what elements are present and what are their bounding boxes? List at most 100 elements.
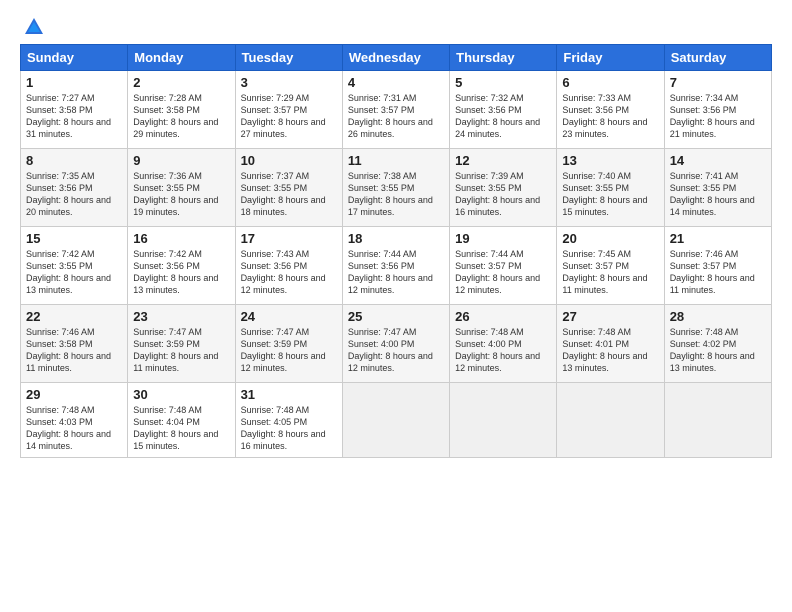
day-number: 20	[562, 231, 658, 246]
day-number: 26	[455, 309, 551, 324]
cell-info: Sunrise: 7:27 AMSunset: 3:58 PMDaylight:…	[26, 92, 122, 141]
calendar-cell: 11 Sunrise: 7:38 AMSunset: 3:55 PMDayligh…	[342, 149, 449, 227]
cell-info: Sunrise: 7:36 AMSunset: 3:55 PMDaylight:…	[133, 170, 229, 219]
cell-info: Sunrise: 7:42 AMSunset: 3:56 PMDaylight:…	[133, 248, 229, 297]
day-number: 31	[241, 387, 337, 402]
calendar-cell: 16 Sunrise: 7:42 AMSunset: 3:56 PMDayligh…	[128, 227, 235, 305]
day-number: 6	[562, 75, 658, 90]
cell-info: Sunrise: 7:44 AMSunset: 3:56 PMDaylight:…	[348, 248, 444, 297]
calendar-cell: 23 Sunrise: 7:47 AMSunset: 3:59 PMDayligh…	[128, 305, 235, 383]
calendar-cell	[450, 383, 557, 458]
calendar-cell: 21Sunrise: 7:46 AMSunset: 3:57 PMDayligh…	[664, 227, 771, 305]
day-header-sunday: Sunday	[21, 45, 128, 71]
day-number: 25	[348, 309, 444, 324]
day-header-monday: Monday	[128, 45, 235, 71]
cell-info: Sunrise: 7:33 AMSunset: 3:56 PMDaylight:…	[562, 92, 658, 141]
day-number: 24	[241, 309, 337, 324]
day-number: 28	[670, 309, 766, 324]
logo	[20, 16, 45, 34]
calendar-cell: 26 Sunrise: 7:48 AMSunset: 4:00 PMDayligh…	[450, 305, 557, 383]
cell-info: Sunrise: 7:32 AMSunset: 3:56 PMDaylight:…	[455, 92, 551, 141]
cell-info: Sunrise: 7:45 AMSunset: 3:57 PMDaylight:…	[562, 248, 658, 297]
cell-info: Sunrise: 7:47 AMSunset: 3:59 PMDaylight:…	[241, 326, 337, 375]
cell-info: Sunrise: 7:37 AMSunset: 3:55 PMDaylight:…	[241, 170, 337, 219]
calendar-cell: 12 Sunrise: 7:39 AMSunset: 3:55 PMDayligh…	[450, 149, 557, 227]
day-header-wednesday: Wednesday	[342, 45, 449, 71]
calendar-cell: 17 Sunrise: 7:43 AMSunset: 3:56 PMDayligh…	[235, 227, 342, 305]
cell-info: Sunrise: 7:46 AMSunset: 3:58 PMDaylight:…	[26, 326, 122, 375]
calendar-week-row: 22Sunrise: 7:46 AMSunset: 3:58 PMDayligh…	[21, 305, 772, 383]
calendar-cell: 4 Sunrise: 7:31 AMSunset: 3:57 PMDaylight…	[342, 71, 449, 149]
cell-info: Sunrise: 7:34 AMSunset: 3:56 PMDaylight:…	[670, 92, 766, 141]
cell-info: Sunrise: 7:48 AMSunset: 4:00 PMDaylight:…	[455, 326, 551, 375]
day-number: 15	[26, 231, 122, 246]
day-number: 18	[348, 231, 444, 246]
cell-info: Sunrise: 7:42 AMSunset: 3:55 PMDaylight:…	[26, 248, 122, 297]
cell-info: Sunrise: 7:48 AMSunset: 4:05 PMDaylight:…	[241, 404, 337, 453]
day-number: 3	[241, 75, 337, 90]
cell-info: Sunrise: 7:41 AMSunset: 3:55 PMDaylight:…	[670, 170, 766, 219]
day-number: 16	[133, 231, 229, 246]
cell-info: Sunrise: 7:48 AMSunset: 4:01 PMDaylight:…	[562, 326, 658, 375]
day-number: 1	[26, 75, 122, 90]
calendar-cell: 25 Sunrise: 7:47 AMSunset: 4:00 PMDayligh…	[342, 305, 449, 383]
calendar-cell: 22Sunrise: 7:46 AMSunset: 3:58 PMDayligh…	[21, 305, 128, 383]
calendar-cell: 8Sunrise: 7:35 AMSunset: 3:56 PMDaylight…	[21, 149, 128, 227]
calendar-week-row: 8Sunrise: 7:35 AMSunset: 3:56 PMDaylight…	[21, 149, 772, 227]
day-header-friday: Friday	[557, 45, 664, 71]
calendar-cell: 5 Sunrise: 7:32 AMSunset: 3:56 PMDaylight…	[450, 71, 557, 149]
cell-info: Sunrise: 7:47 AMSunset: 4:00 PMDaylight:…	[348, 326, 444, 375]
cell-info: Sunrise: 7:39 AMSunset: 3:55 PMDaylight:…	[455, 170, 551, 219]
day-number: 30	[133, 387, 229, 402]
calendar-cell: 9Sunrise: 7:36 AMSunset: 3:55 PMDaylight…	[128, 149, 235, 227]
day-number: 14	[670, 153, 766, 168]
cell-info: Sunrise: 7:38 AMSunset: 3:55 PMDaylight:…	[348, 170, 444, 219]
calendar-cell: 7 Sunrise: 7:34 AMSunset: 3:56 PMDaylight…	[664, 71, 771, 149]
day-number: 7	[670, 75, 766, 90]
day-number: 21	[670, 231, 766, 246]
calendar-cell: 27Sunrise: 7:48 AMSunset: 4:01 PMDayligh…	[557, 305, 664, 383]
day-header-thursday: Thursday	[450, 45, 557, 71]
day-number: 23	[133, 309, 229, 324]
cell-info: Sunrise: 7:40 AMSunset: 3:55 PMDaylight:…	[562, 170, 658, 219]
day-number: 11	[348, 153, 444, 168]
page: SundayMondayTuesdayWednesdayThursdayFrid…	[0, 0, 792, 612]
calendar: SundayMondayTuesdayWednesdayThursdayFrid…	[20, 44, 772, 458]
calendar-cell: 29 Sunrise: 7:48 AMSunset: 4:03 PMDayligh…	[21, 383, 128, 458]
calendar-cell: 15 Sunrise: 7:42 AMSunset: 3:55 PMDayligh…	[21, 227, 128, 305]
calendar-cell: 14 Sunrise: 7:41 AMSunset: 3:55 PMDayligh…	[664, 149, 771, 227]
calendar-week-row: 15 Sunrise: 7:42 AMSunset: 3:55 PMDayligh…	[21, 227, 772, 305]
cell-info: Sunrise: 7:48 AMSunset: 4:04 PMDaylight:…	[133, 404, 229, 453]
calendar-cell	[557, 383, 664, 458]
calendar-cell: 30 Sunrise: 7:48 AMSunset: 4:04 PMDayligh…	[128, 383, 235, 458]
cell-info: Sunrise: 7:44 AMSunset: 3:57 PMDaylight:…	[455, 248, 551, 297]
cell-info: Sunrise: 7:47 AMSunset: 3:59 PMDaylight:…	[133, 326, 229, 375]
day-number: 19	[455, 231, 551, 246]
day-number: 10	[241, 153, 337, 168]
day-number: 13	[562, 153, 658, 168]
cell-info: Sunrise: 7:48 AMSunset: 4:03 PMDaylight:…	[26, 404, 122, 453]
calendar-cell: 2Sunrise: 7:28 AMSunset: 3:58 PMDaylight…	[128, 71, 235, 149]
calendar-cell: 13 Sunrise: 7:40 AMSunset: 3:55 PMDayligh…	[557, 149, 664, 227]
calendar-cell: 31 Sunrise: 7:48 AMSunset: 4:05 PMDayligh…	[235, 383, 342, 458]
calendar-cell: 18 Sunrise: 7:44 AMSunset: 3:56 PMDayligh…	[342, 227, 449, 305]
day-number: 12	[455, 153, 551, 168]
calendar-cell: 19 Sunrise: 7:44 AMSunset: 3:57 PMDayligh…	[450, 227, 557, 305]
calendar-cell	[342, 383, 449, 458]
calendar-cell: 6 Sunrise: 7:33 AMSunset: 3:56 PMDaylight…	[557, 71, 664, 149]
header	[20, 16, 772, 34]
calendar-cell: 20 Sunrise: 7:45 AMSunset: 3:57 PMDayligh…	[557, 227, 664, 305]
cell-info: Sunrise: 7:43 AMSunset: 3:56 PMDaylight:…	[241, 248, 337, 297]
cell-info: Sunrise: 7:29 AMSunset: 3:57 PMDaylight:…	[241, 92, 337, 141]
day-number: 17	[241, 231, 337, 246]
day-header-tuesday: Tuesday	[235, 45, 342, 71]
cell-info: Sunrise: 7:31 AMSunset: 3:57 PMDaylight:…	[348, 92, 444, 141]
calendar-week-row: 1 Sunrise: 7:27 AMSunset: 3:58 PMDaylight…	[21, 71, 772, 149]
logo-icon	[23, 16, 45, 38]
day-number: 4	[348, 75, 444, 90]
calendar-cell: 3 Sunrise: 7:29 AMSunset: 3:57 PMDaylight…	[235, 71, 342, 149]
calendar-header-row: SundayMondayTuesdayWednesdayThursdayFrid…	[21, 45, 772, 71]
cell-info: Sunrise: 7:35 AMSunset: 3:56 PMDaylight:…	[26, 170, 122, 219]
day-number: 5	[455, 75, 551, 90]
day-number: 29	[26, 387, 122, 402]
